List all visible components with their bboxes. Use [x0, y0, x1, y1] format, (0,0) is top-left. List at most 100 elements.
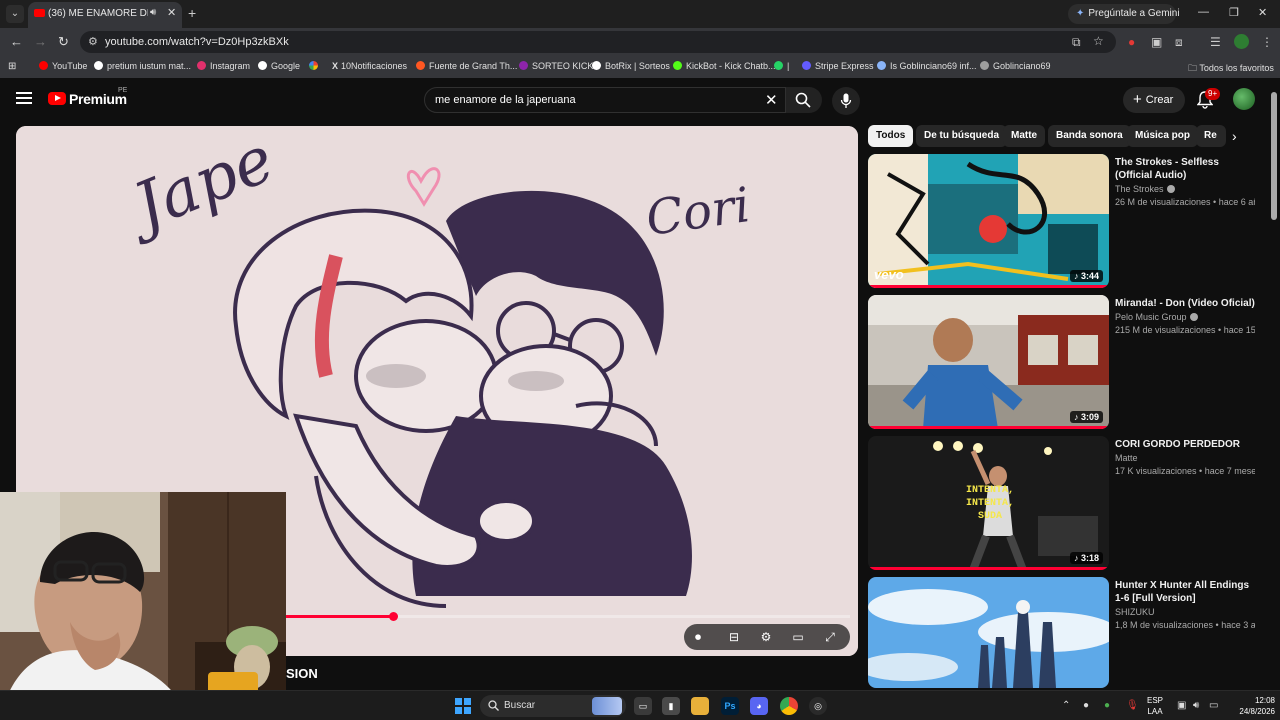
account-avatar[interactable] [1233, 88, 1255, 110]
reload-icon[interactable]: ↻ [58, 34, 69, 50]
settings-gear-icon[interactable]: ⚙ [758, 629, 774, 645]
create-button[interactable]: + Crear [1123, 87, 1185, 113]
recommendation-item[interactable]: INTENTA, INTENTA, SUDA ♪ 3:18 CORI GORDO… [868, 436, 1258, 570]
kick-icon [519, 61, 528, 70]
windows-start-icon[interactable] [455, 698, 471, 714]
chip-de-tu-busqueda[interactable]: De tu búsqueda [916, 125, 1008, 147]
channel-name[interactable]: SHIZUKU [1115, 607, 1155, 617]
forward-arrow-icon[interactable]: → [34, 34, 47, 49]
volume-icon[interactable]: 🔊︎ [1193, 700, 1199, 711]
bookmark-goblinciano-info[interactable]: Is Goblinciano69 inf... [877, 61, 977, 71]
task-view-icon[interactable]: ▭ [634, 697, 652, 715]
voice-search-button[interactable] [832, 87, 860, 115]
browser-tab-strip: ⌄ (36) ME ENAMORE DE LA J 🔊︎ ✕ + ✦Pregún… [0, 0, 1280, 28]
recommendation-item[interactable]: vevo ♪ 3:44 The Strokes - Selfless (Offi… [868, 154, 1258, 288]
extension-record-icon[interactable]: ● [1128, 35, 1135, 49]
theater-mode-icon[interactable]: ▭ [790, 629, 806, 645]
taskbar-clock[interactable]: 12:08 24/8/2026 [1225, 695, 1275, 717]
page-scrollbar[interactable] [1271, 92, 1277, 220]
video-title[interactable]: The Strokes - Selfless (Official Audio) [1115, 156, 1255, 182]
bookmark-goblinciano[interactable]: Goblinciano69 [980, 61, 1051, 71]
bookmark-youtube[interactable]: YouTube [39, 61, 87, 71]
clear-search-icon[interactable]: ✕ [765, 91, 778, 109]
reading-list-icon[interactable]: ☰ [1210, 35, 1221, 49]
photoshop-icon[interactable]: Ps [721, 697, 739, 715]
discord-icon[interactable]: ◕ [750, 697, 768, 715]
back-arrow-icon[interactable]: ← [10, 34, 23, 49]
search-button[interactable] [786, 87, 822, 113]
bookmark-botrix[interactable]: BotRix | Sorteos [592, 61, 670, 71]
chip-todos[interactable]: Todos [868, 125, 914, 147]
search-highlight-icon[interactable] [592, 697, 622, 715]
gemini-button[interactable]: ✦ Pregúntale a Gemini [1068, 4, 1180, 24]
new-tab-button[interactable]: + [188, 5, 196, 21]
speaker-icon[interactable]: 🔊︎ [150, 7, 156, 18]
bookmark-whatsapp[interactable]: | [774, 61, 789, 71]
bookmark-pinwheel[interactable] [309, 61, 322, 71]
channel-name[interactable]: Matte [1115, 453, 1138, 463]
video-meta: 26 M de visualizaciones • hace 6 años [1115, 197, 1255, 207]
extension-card-icon[interactable]: ▣ [1151, 35, 1162, 49]
input-language[interactable]: ESP LAA [1147, 695, 1163, 717]
restore-icon[interactable]: ❐ [1229, 6, 1239, 19]
video-title[interactable]: Hunter X Hunter All Endings 1-6 [Full Ve… [1115, 579, 1255, 605]
active-tab[interactable]: (36) ME ENAMORE DE LA J 🔊︎ ✕ [28, 2, 182, 28]
hamburger-menu-icon[interactable] [16, 92, 32, 104]
video-thumbnail[interactable]: vevo ♪ 3:44 [868, 154, 1109, 288]
autoplay-toggle-icon[interactable]: ⏺ [690, 629, 706, 645]
video-title[interactable]: Miranda! - Don (Video Oficial) [1115, 297, 1255, 310]
fullscreen-icon[interactable]: ⤢ [822, 629, 838, 645]
install-app-icon[interactable]: ⧉ [1072, 35, 1081, 50]
bookmark-stripe[interactable]: Stripe Express [802, 61, 874, 71]
channel-name[interactable]: The Strokes [1115, 184, 1175, 194]
tray-status-icon[interactable]: ● [1104, 700, 1110, 711]
notification-badge: 9+ [1205, 88, 1221, 100]
microphone-icon[interactable]: 🎙︎ [1126, 700, 1139, 711]
chevron-right-icon[interactable]: › [1232, 128, 1237, 144]
search-input[interactable]: me enamore de la japeruana ✕ [424, 87, 786, 113]
bookmark-star-icon[interactable]: ☆ [1093, 34, 1104, 48]
video-duration: ♪ 3:18 [1069, 552, 1103, 564]
whatsapp-icon [774, 61, 783, 70]
tab-search-button[interactable]: ⌄ [6, 5, 24, 23]
battery-icon[interactable]: ▭ [1209, 700, 1218, 711]
obs-icon[interactable]: ◎ [809, 697, 827, 715]
chevron-up-icon[interactable]: ⌃ [1062, 700, 1070, 711]
chip-matte[interactable]: Matte [1003, 125, 1046, 147]
extensions-puzzle-icon[interactable]: ⧈ [1175, 35, 1183, 50]
recommendation-item[interactable]: Hunter X Hunter All Endings 1-6 [Full Ve… [868, 577, 1258, 688]
bookmark-google[interactable]: Google [258, 61, 300, 71]
chrome-icon[interactable] [780, 697, 798, 715]
video-thumbnail[interactable]: ♪ 3:09 [868, 295, 1109, 429]
url-text: youtube.com/watch?v=Dz0Hp3zkBXk [105, 36, 289, 48]
chip-musica-pop[interactable]: Música pop [1127, 125, 1199, 147]
bookmark-x[interactable]: X 10Notificaciones [332, 61, 407, 71]
all-bookmarks-folder[interactable]: 🗀 Todos los favoritos [1188, 61, 1274, 77]
tab-close-icon[interactable]: ✕ [167, 6, 176, 19]
subtitles-icon[interactable]: ⊟ [726, 629, 742, 645]
chip-banda-sonora[interactable]: Banda sonora [1048, 125, 1131, 147]
chip-more[interactable]: Re [1196, 125, 1226, 147]
tray-app-icon[interactable]: ● [1083, 700, 1089, 711]
site-info-icon[interactable]: ⚙ [88, 35, 98, 48]
network-icon[interactable]: ▣ [1177, 700, 1186, 711]
apps-grid-icon[interactable]: ⊞ [8, 61, 16, 72]
kebab-menu-icon[interactable]: ⋮ [1261, 35, 1273, 49]
address-bar[interactable]: ⚙ youtube.com/watch?v=Dz0Hp3zkBXk ⧉ ☆ [80, 31, 1116, 53]
recommendation-item[interactable]: ♪ 3:09 Miranda! - Don (Video Oficial) Pe… [868, 295, 1258, 429]
video-thumbnail[interactable]: INTENTA, INTENTA, SUDA ♪ 3:18 [868, 436, 1109, 570]
profile-avatar-icon[interactable] [1234, 34, 1249, 49]
usb-app-icon[interactable]: ▮ [662, 697, 680, 715]
video-title[interactable]: CORI GORDO PERDEDOR [1115, 438, 1255, 451]
minimize-icon[interactable]: — [1198, 6, 1209, 18]
bookmark-pretium[interactable]: pretium iustum mat... [94, 61, 191, 71]
youtube-logo-icon[interactable] [48, 92, 66, 105]
bookmark-kickbot[interactable]: KickBot - Kick Chatb... [673, 61, 776, 71]
bookmark-instagram[interactable]: Instagram [197, 61, 250, 71]
channel-name[interactable]: Pelo Music Group [1115, 312, 1198, 322]
window-close-icon[interactable]: ✕ [1258, 6, 1267, 19]
video-thumbnail[interactable] [868, 577, 1109, 688]
file-explorer-icon[interactable] [691, 697, 709, 715]
bookmark-sorteo-kick[interactable]: SORTEO KICK [519, 61, 593, 71]
bookmark-gta[interactable]: Fuente de Grand Th... [416, 61, 517, 71]
